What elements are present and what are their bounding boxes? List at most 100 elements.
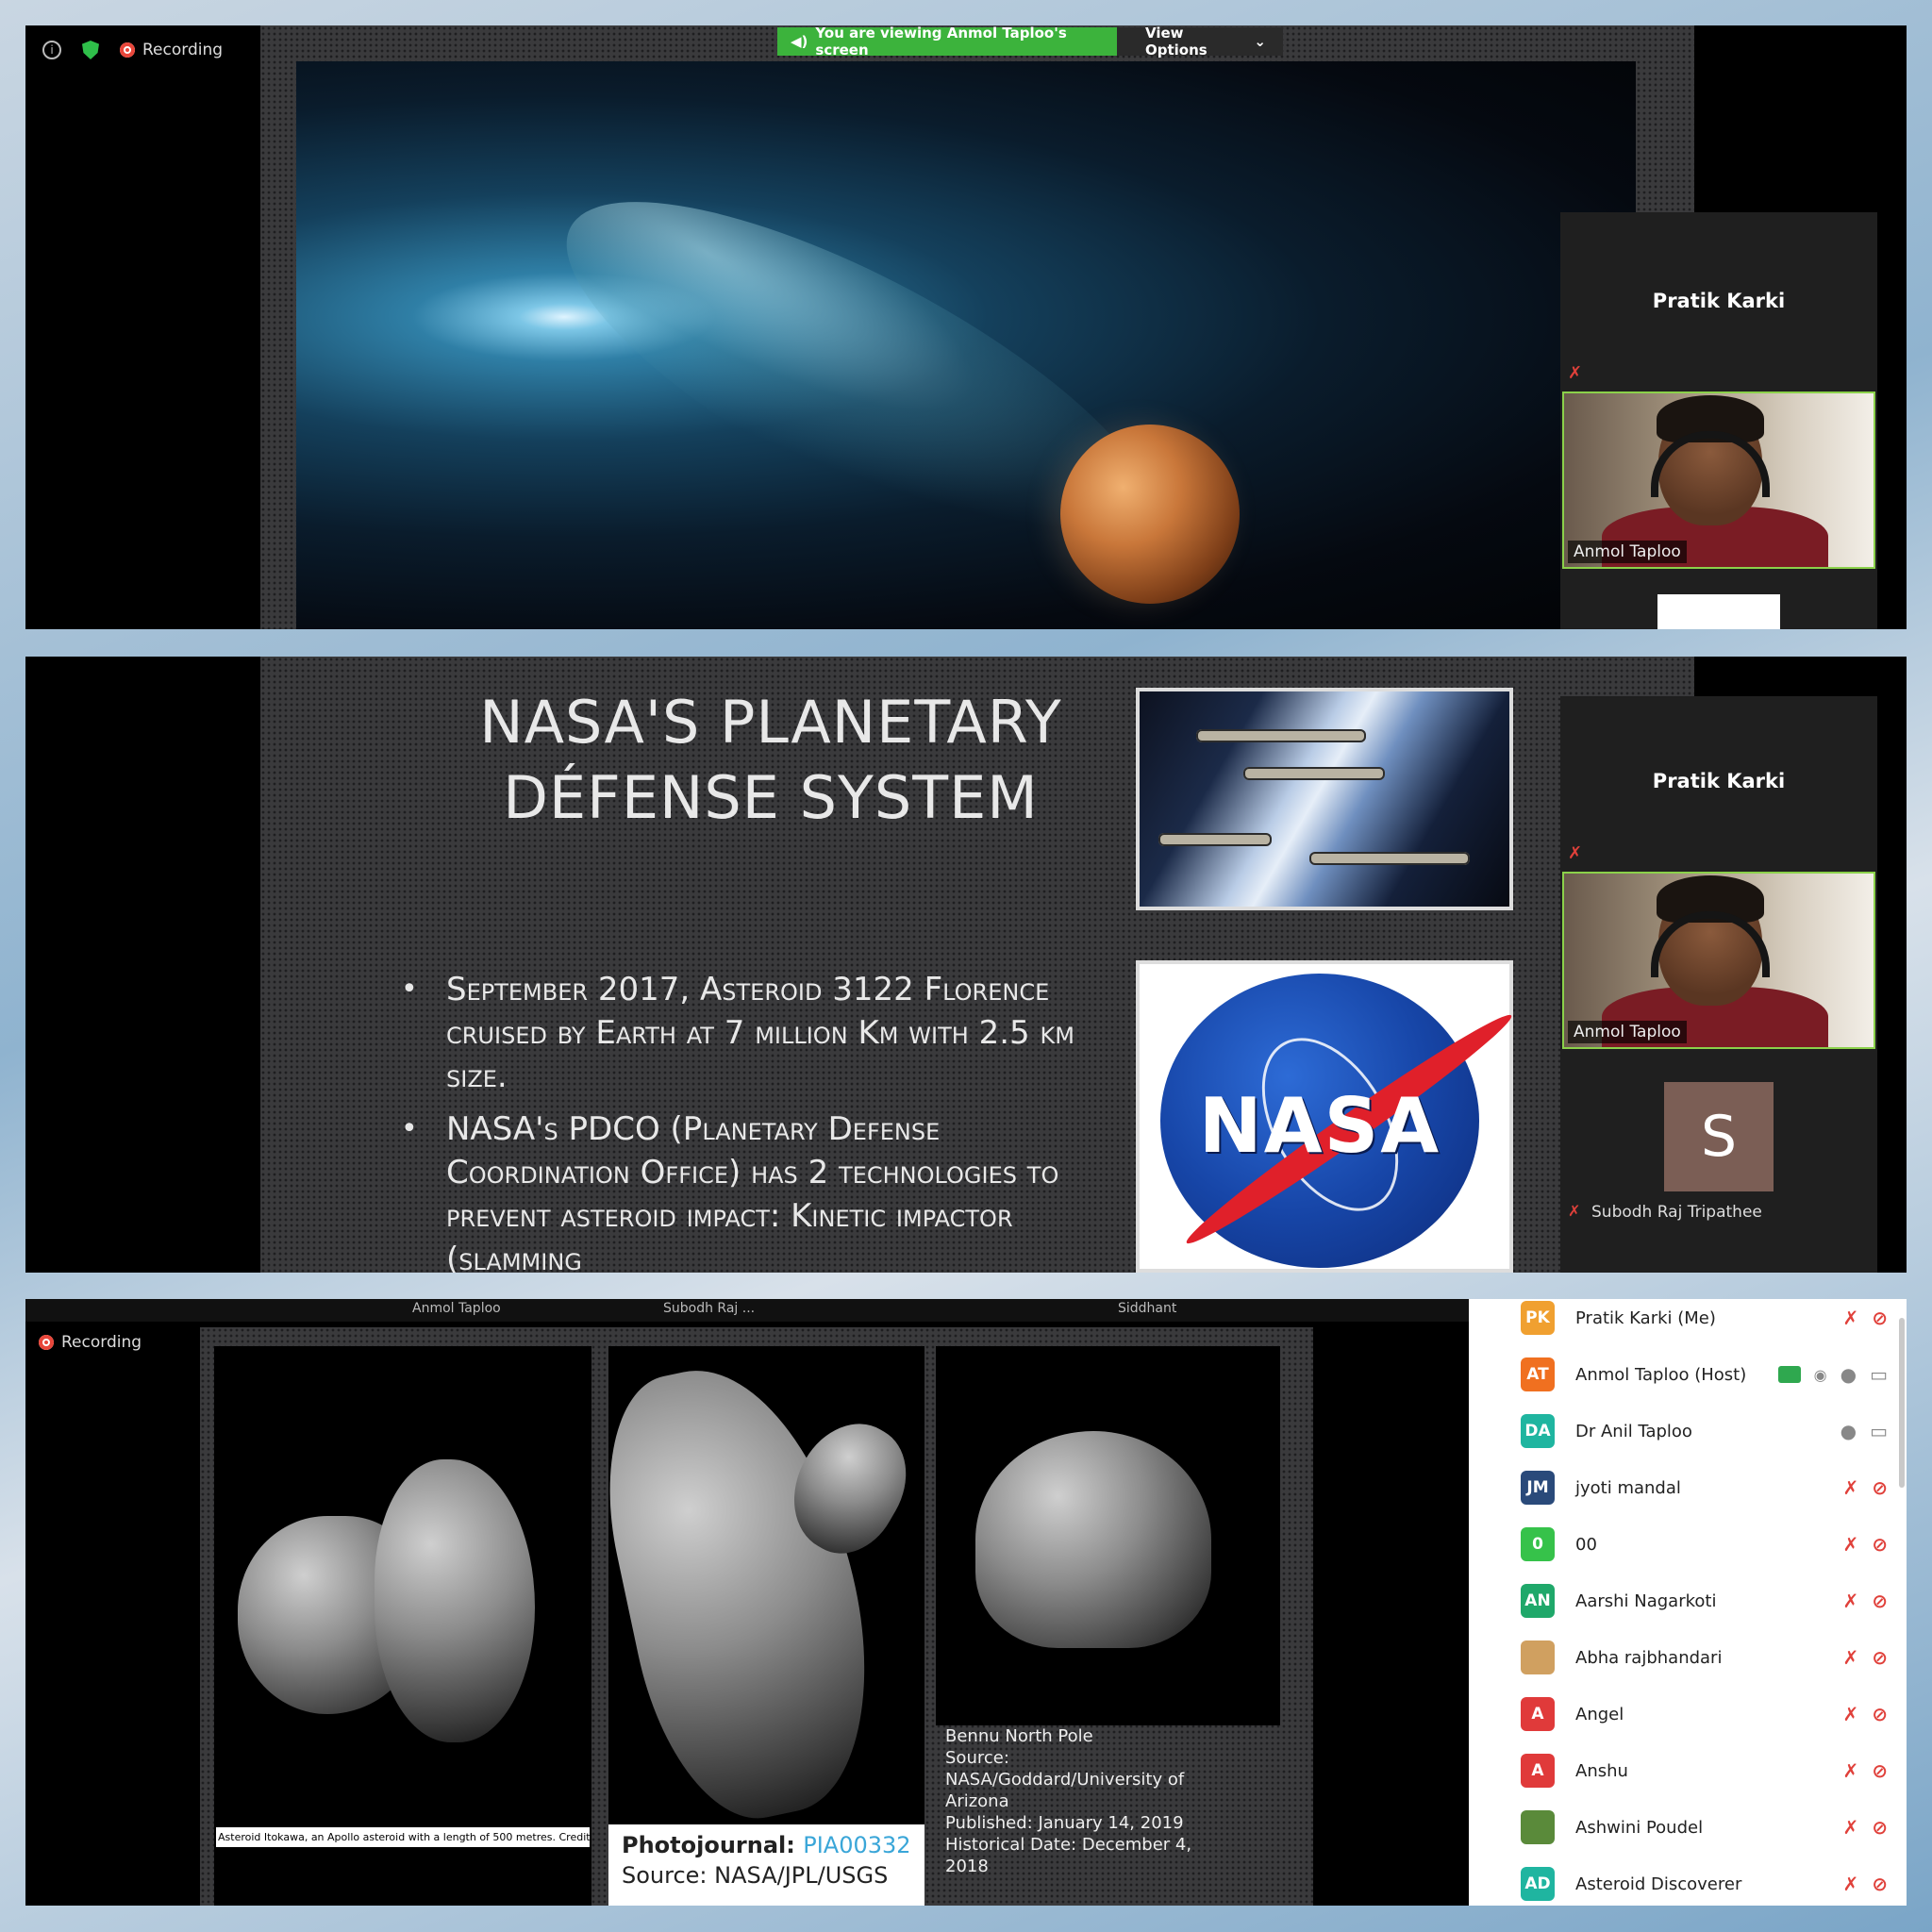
participant-name: 00 — [1575, 1534, 1597, 1555]
participant-avatar: PK — [1521, 1301, 1555, 1335]
participant-controls: ✗ ⊘ — [1842, 1307, 1888, 1329]
video-thumbnail-column: Pratik Karki ✗ Anmol Taploo — [1560, 212, 1877, 629]
participant-avatar — [1521, 1810, 1555, 1844]
camera-off-icon[interactable]: ⊘ — [1872, 1703, 1888, 1725]
mic-muted-icon[interactable]: ✗ — [1842, 1590, 1858, 1612]
photojournal-link[interactable]: PIA00332 — [803, 1832, 910, 1858]
camera-off-icon[interactable]: ⊘ — [1872, 1646, 1888, 1669]
participant-controls: ◉ ● ▭ — [1777, 1363, 1888, 1386]
participant-row[interactable]: AD Asteroid Discoverer ✗ ⊘ — [1469, 1856, 1907, 1906]
mic-muted-icon[interactable]: ✗ — [1842, 1646, 1858, 1669]
camera-off-icon[interactable]: ⊘ — [1872, 1533, 1888, 1556]
camera-off-icon[interactable]: ⊘ — [1872, 1476, 1888, 1499]
meeting-window-middle: NASA'S PLANETARY DÉFENSE SYSTEM Septembe… — [25, 657, 1907, 1273]
mic-muted-icon[interactable]: ✗ — [1842, 1759, 1858, 1782]
participant-avatar: DA — [1521, 1414, 1555, 1448]
encryption-shield-icon[interactable] — [82, 41, 99, 59]
meeting-window-bottom: Anmol Taploo Subodh Raj ... Siddhant Rec… — [25, 1299, 1907, 1906]
avatar-name-label: Subodh Raj Tripathee — [1591, 1203, 1762, 1222]
camera-off-icon[interactable]: ⊘ — [1872, 1307, 1888, 1329]
participant-row[interactable]: JM jyoti mandal ✗ ⊘ — [1469, 1459, 1907, 1516]
camera-icon[interactable]: ▭ — [1870, 1420, 1888, 1442]
recording-label: Recording — [142, 41, 224, 59]
bennu-caption-line: 2018 — [945, 1857, 989, 1876]
mic-icon[interactable]: ● — [1840, 1363, 1857, 1386]
participant-row[interactable]: A Anshu ✗ ⊘ — [1469, 1742, 1907, 1799]
recording-indicator[interactable]: Recording — [120, 41, 223, 59]
mars-planet — [1060, 425, 1240, 604]
mic-muted-icon[interactable]: ✗ — [1842, 1703, 1858, 1725]
participant-avatar: AN — [1521, 1584, 1555, 1618]
participant-avatar: 0 — [1521, 1527, 1555, 1561]
participant-row[interactable]: 0 00 ✗ ⊘ — [1469, 1516, 1907, 1573]
participant-controls: ✗ ⊘ — [1842, 1476, 1888, 1499]
spacecraft — [1243, 767, 1385, 780]
camera-icon[interactable]: ▭ — [1870, 1363, 1888, 1386]
mic-muted-icon[interactable]: ✗ — [1842, 1816, 1858, 1839]
participant-name: Asteroid Discoverer — [1575, 1874, 1742, 1894]
nasa-logo-image: NASA — [1136, 960, 1520, 1273]
participant-row[interactable]: AT Anmol Taploo (Host) ◉ ● ▭ — [1469, 1346, 1907, 1403]
mic-muted-icon[interactable]: ✗ — [1842, 1873, 1858, 1895]
view-options-button[interactable]: View Options ⌄ — [1117, 25, 1283, 58]
participant-avatar: AT — [1521, 1357, 1555, 1391]
info-icon[interactable]: i — [42, 41, 61, 59]
participant-video-anmol[interactable]: Anmol Taploo — [1562, 872, 1875, 1049]
active-speaker-name: Pratik Karki — [1652, 290, 1786, 312]
asteroid-gaspra — [608, 1346, 899, 1837]
strip-name-subodh[interactable]: Subodh Raj ... — [663, 1301, 755, 1316]
participant-avatar-subodh[interactable]: S — [1664, 1082, 1774, 1191]
mic-icon[interactable]: ● — [1840, 1420, 1857, 1442]
speaker-icon: ◀) — [791, 33, 808, 50]
bennu-caption-line: NASA/Goddard/University of — [945, 1770, 1185, 1790]
viewing-banner: ◀) You are viewing Anmol Taploo's screen… — [777, 25, 1283, 58]
slide-title: NASA'S PLANETARY DÉFENSE SYSTEM — [422, 685, 1120, 836]
spacecraft — [1158, 833, 1272, 846]
participant-controls: ✗ ⊘ — [1842, 1873, 1888, 1895]
participant-name: Anshu — [1575, 1760, 1628, 1781]
bullet-item: September 2017, Asteroid 3122 Florence c… — [401, 968, 1127, 1098]
strip-name-anmol[interactable]: Anmol Taploo — [412, 1301, 501, 1316]
recording-indicator[interactable]: Recording — [39, 1333, 142, 1352]
mic-muted-icon[interactable]: ✗ — [1842, 1307, 1858, 1329]
participant-row[interactable]: Abha rajbhandari ✗ ⊘ — [1469, 1629, 1907, 1686]
spacecraft — [1309, 852, 1470, 865]
bennu-caption-line: Historical Date: December 4, — [945, 1835, 1192, 1855]
recording-label: Recording — [61, 1333, 142, 1352]
participant-avatar: JM — [1521, 1471, 1555, 1505]
participant-row[interactable]: Ashwini Poudel ✗ ⊘ — [1469, 1799, 1907, 1856]
participant-row[interactable]: PK Pratik Karki (Me) ✗ ⊘ — [1469, 1299, 1907, 1346]
participant-video-anmol[interactable]: Anmol Taploo — [1562, 391, 1875, 569]
nasa-logo-text: NASA — [1198, 1082, 1441, 1170]
thumbnail-placeholder — [1657, 594, 1780, 629]
mic-muted-icon[interactable]: ✗ — [1842, 1533, 1858, 1556]
participant-name: Dr Anil Taploo — [1575, 1421, 1692, 1441]
participants-list[interactable]: PK Pratik Karki (Me) ✗ ⊘ AT Anmol Taploo (Hos… — [1469, 1299, 1907, 1906]
camera-off-icon[interactable]: ⊘ — [1872, 1873, 1888, 1895]
active-speaker-name: Pratik Karki — [1652, 770, 1786, 792]
participant-name: Angel — [1575, 1704, 1624, 1724]
camera-off-icon[interactable]: ⊘ — [1872, 1759, 1888, 1782]
participant-name: Abha rajbhandari — [1575, 1647, 1723, 1668]
recording-dot-icon — [39, 1335, 54, 1350]
participant-avatar: A — [1521, 1754, 1555, 1788]
video-name-label: Anmol Taploo — [1568, 1021, 1687, 1043]
participant-row[interactable]: A Angel ✗ ⊘ — [1469, 1686, 1907, 1742]
viewing-notice: ◀) You are viewing Anmol Taploo's screen — [777, 25, 1117, 58]
photojournal-caption: Photojournal: PIA00332 Source: NASA/JPL/… — [608, 1824, 924, 1906]
spacecraft — [1196, 729, 1366, 742]
meeting-status-bar: i Recording — [42, 41, 223, 59]
recording-status-icon: ◉ — [1813, 1365, 1827, 1384]
participant-controls: ✗ ⊘ — [1842, 1646, 1888, 1669]
participant-row[interactable]: AN Aarshi Nagarkoti ✗ ⊘ — [1469, 1573, 1907, 1629]
participant-avatar — [1521, 1641, 1555, 1674]
strip-name-siddhant[interactable]: Siddhant — [1118, 1301, 1176, 1316]
mic-muted-icon[interactable]: ✗ — [1842, 1476, 1858, 1499]
participant-controls: ✗ ⊘ — [1842, 1590, 1888, 1612]
comet-mars-image — [296, 61, 1636, 629]
camera-off-icon[interactable]: ⊘ — [1872, 1816, 1888, 1839]
participant-row[interactable]: DA Dr Anil Taploo ● ▭ — [1469, 1403, 1907, 1459]
bennu-caption-line: Source: — [945, 1748, 1009, 1768]
asteroid-bennu — [975, 1431, 1211, 1648]
camera-off-icon[interactable]: ⊘ — [1872, 1590, 1888, 1612]
